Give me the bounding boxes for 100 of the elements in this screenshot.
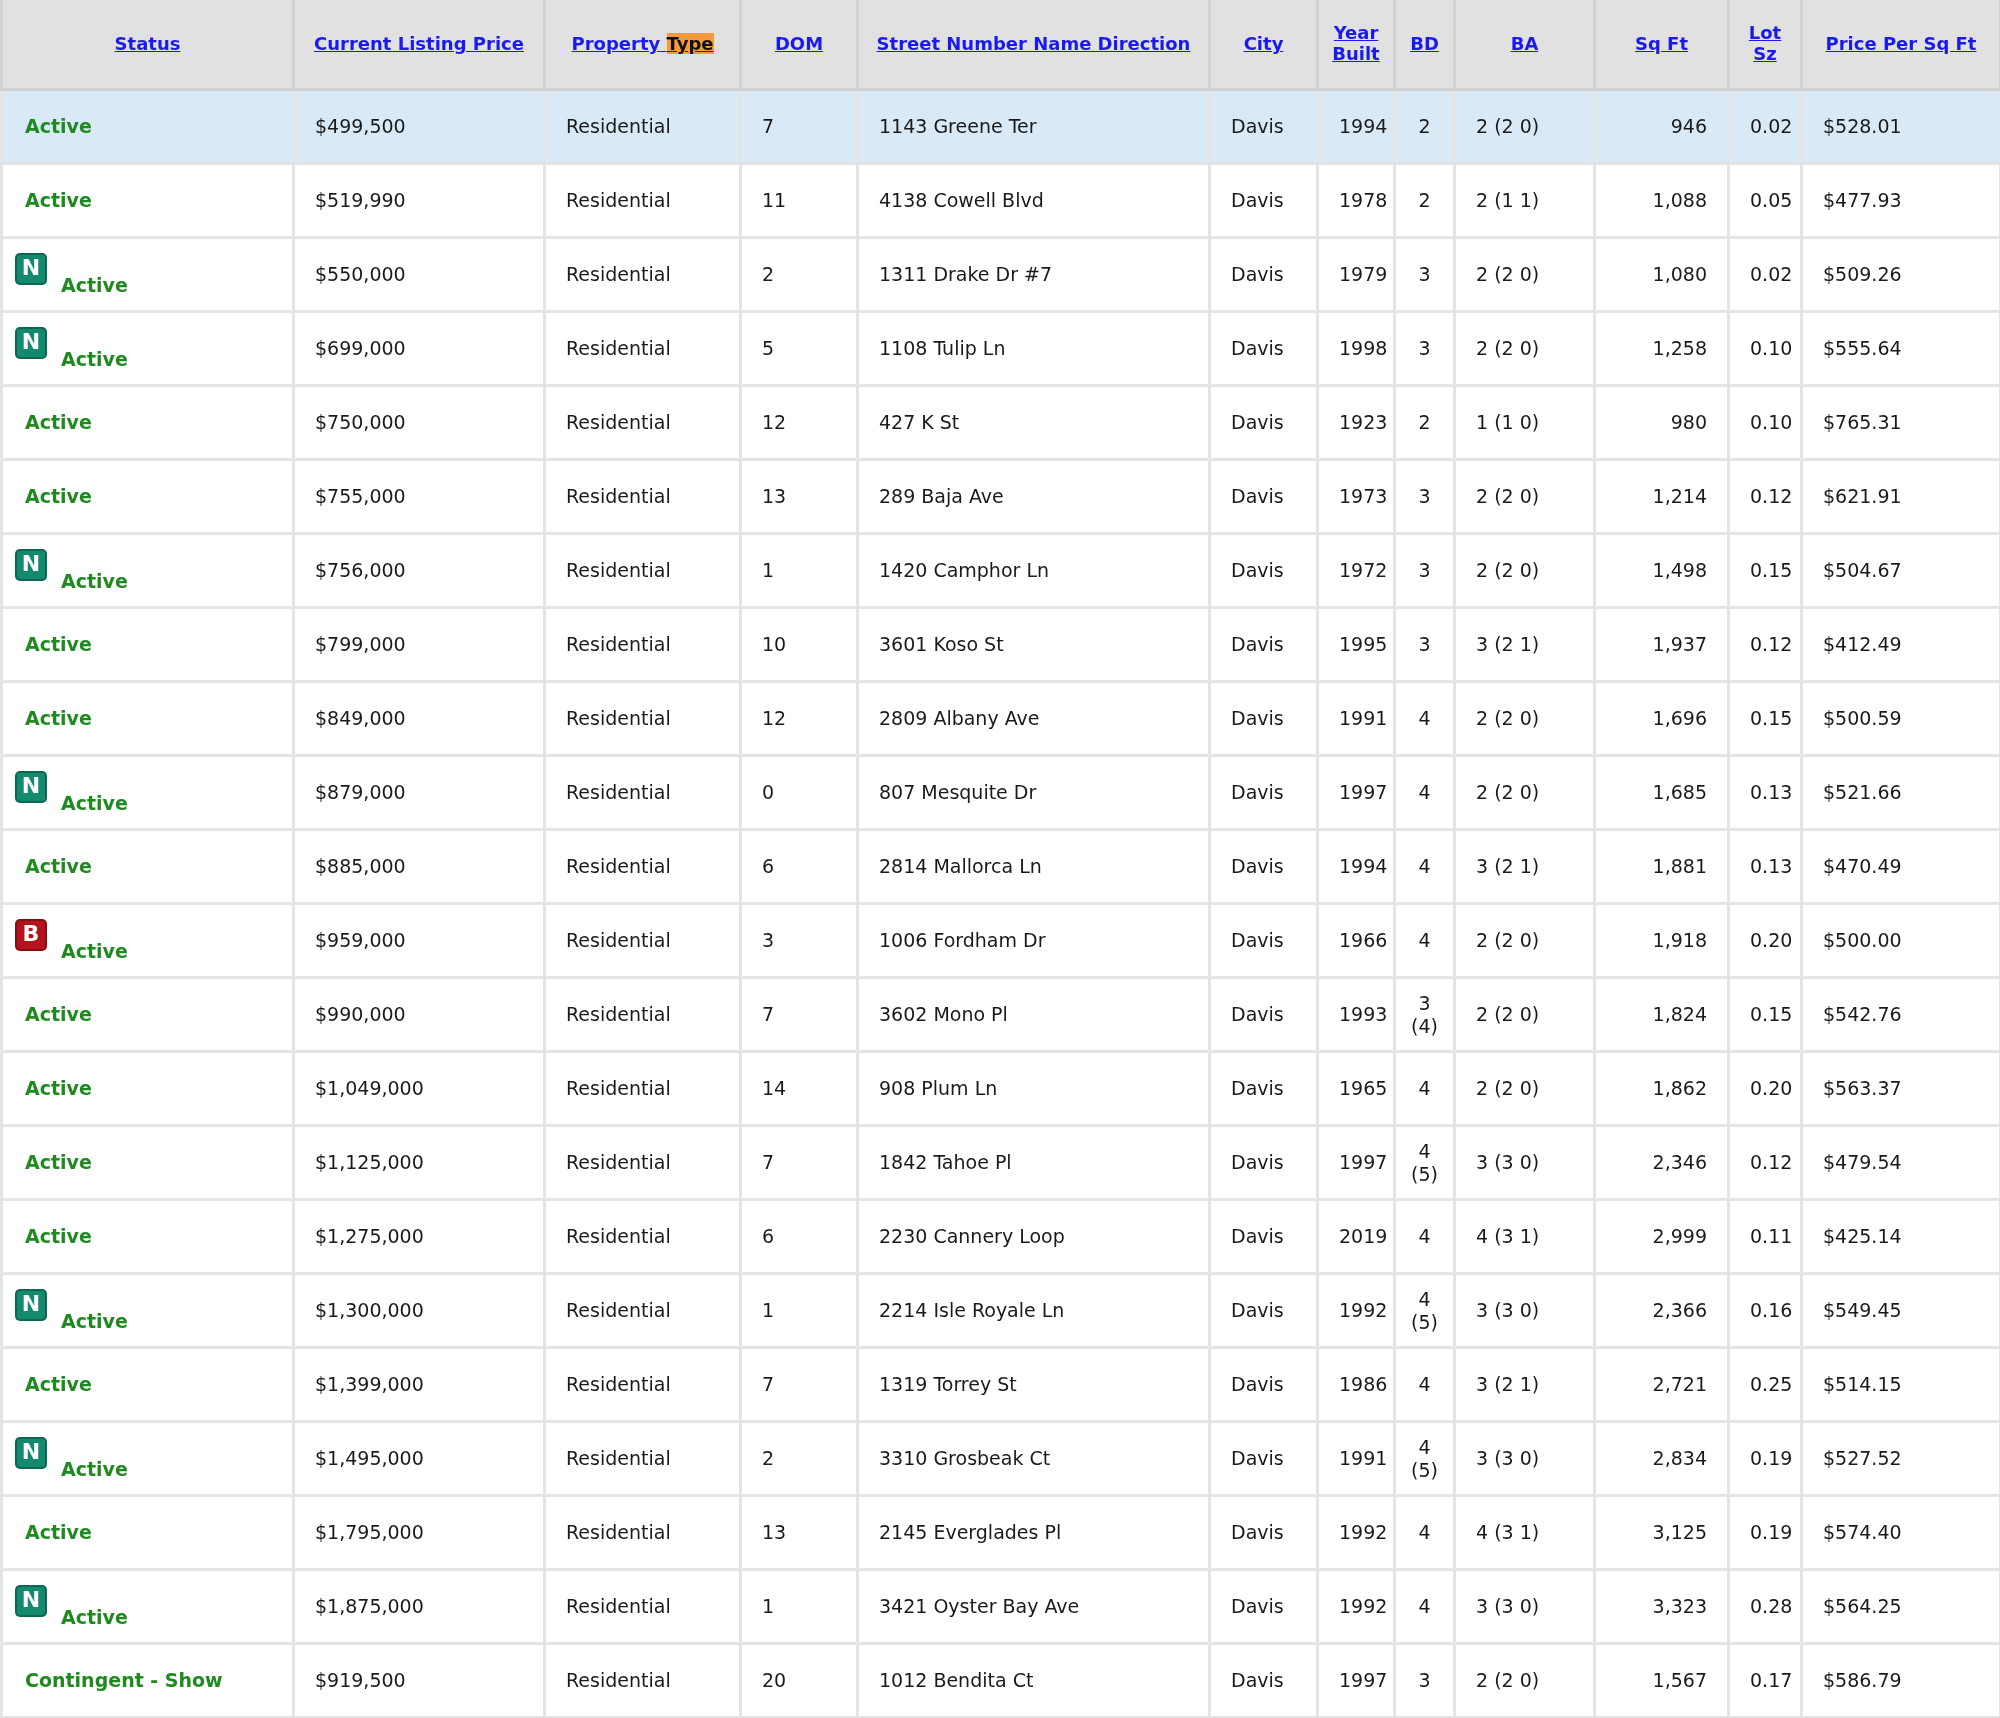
table-cell: Residential [566,189,671,212]
listing-row[interactable]: Active $990,000 Residential 7 3602 Mono Pl Davis 1993 3 (4) 2 (2 0) 1,824 0.15 $542.76 [1,977,2000,1052]
column-header-link[interactable]: Status [114,34,181,55]
table-cell: 0.19 [1750,1521,1793,1544]
table-cell: $699,000 [315,337,406,360]
status-text: Active [25,1077,92,1100]
column-header-link[interactable]: BA [1510,34,1539,55]
status-text: Active [61,347,128,371]
listing-row[interactable]: Active $499,500 Residential 7 1143 Greene Ter Davis 1994 2 2 (2 0) 946 0.02 $528.01 [1,89,2000,164]
listing-row[interactable]: Active $849,000 Residential 12 2809 Albany Ave Davis 1991 4 2 (2 0) 1,696 0.15 $500.59 [1,681,2000,756]
listing-row[interactable]: Active $1,125,000 Residential 7 1842 Tahoe Pl Davis 1997 4 (5) 3 (3 0) 2,346 0.12 $479.54 [1,1125,2000,1200]
table-cell: Davis [1231,929,1284,952]
listing-row[interactable]: N Active $1,300,000 Residential 1 2214 Isle Royale Ln Davis 1992 4 (5) 3 (3 0) 2,366 0.16 $549.45 [1,1273,2000,1348]
table-cell: Davis [1231,1077,1284,1100]
column-header-link[interactable]: Price Per Sq Ft [1825,34,1977,55]
status-badge: N [15,770,47,803]
table-cell: $586.79 [1823,1669,1902,1692]
table-cell: $849,000 [315,707,406,730]
listing-row[interactable]: Active $799,000 Residential 10 3601 Koso St Davis 1995 3 3 (2 1) 1,937 0.12 $412.49 [1,607,2000,682]
listing-row[interactable]: Contingent - Show $919,500 Residential 20 1012 Bendita Ct Davis 1997 3 2 (2 0) 1,567 0.17 $586.79 [1,1643,2000,1718]
column-header-link[interactable]: Current Listing Price [314,34,524,55]
table-cell: 0.02 [1750,115,1793,138]
column-header-link[interactable]: DOM [774,34,824,55]
table-cell: $528.01 [1823,115,1902,138]
table-cell: Residential [566,1447,671,1470]
table-cell: 1,937 [1652,633,1707,656]
table-cell: Davis [1231,1447,1284,1470]
table-cell: Residential [566,115,671,138]
status-badge: N [15,326,47,359]
table-cell: Residential [566,485,671,508]
table-cell: 289 Baja Ave [879,485,1004,508]
table-cell: 3 (3 0) [1476,1299,1540,1322]
column-header-link[interactable]: BD [1410,34,1439,55]
listing-row[interactable]: N Active $1,875,000 Residential 1 3421 Oyster Bay Ave Davis 1992 4 3 (3 0) 3,323 0.28 $564.25 [1,1569,2000,1644]
table-cell: $1,875,000 [315,1595,424,1618]
table-cell: 14 [762,1077,787,1100]
listing-row[interactable]: Active $1,275,000 Residential 6 2230 Cannery Loop Davis 2019 4 4 (3 1) 2,999 0.11 $425.14 [1,1199,2000,1274]
column-header-link[interactable]: City [1243,34,1284,55]
listing-row[interactable]: N Active $1,495,000 Residential 2 3310 Grosbeak Ct Davis 1991 4 (5) 3 (3 0) 2,834 0.19 $527.52 [1,1421,2000,1496]
listing-row[interactable]: Active $755,000 Residential 13 289 Baja Ave Davis 1973 3 2 (2 0) 1,214 0.12 $621.91 [1,459,2000,534]
table-cell: 4 [1418,1373,1431,1396]
table-cell: $1,049,000 [315,1077,424,1100]
table-cell: 0.15 [1750,707,1793,730]
table-cell: $885,000 [315,855,406,878]
listing-row[interactable]: Active $1,399,000 Residential 7 1319 Torrey St Davis 1986 4 3 (2 1) 2,721 0.25 $514.15 [1,1347,2000,1422]
table-cell: 1,258 [1652,337,1707,360]
table-cell: 0.12 [1750,1151,1793,1174]
table-cell: Davis [1231,1373,1284,1396]
listing-row[interactable]: Active $750,000 Residential 12 427 K St Davis 1923 2 1 (1 0) 980 0.10 $765.31 [1,385,2000,460]
listing-row[interactable]: Active $1,795,000 Residential 13 2145 Everglades Pl Davis 1992 4 4 (3 1) 3,125 0.19 $574.40 [1,1495,2000,1570]
table-cell: 4 [1418,1595,1431,1618]
table-cell: $755,000 [315,485,406,508]
table-cell: 6 [762,855,775,878]
listing-row[interactable]: Active $1,049,000 Residential 14 908 Plum Ln Davis 1965 4 2 (2 0) 1,862 0.20 $563.37 [1,1051,2000,1126]
table-cell: 3 [1418,633,1431,656]
table-cell: 0.15 [1750,559,1793,582]
table-cell: 2 (2 0) [1476,263,1540,286]
table-cell: $499,500 [315,115,406,138]
listing-row[interactable]: Active $885,000 Residential 6 2814 Mallorca Ln Davis 1994 4 3 (2 1) 1,881 0.13 $470.49 [1,829,2000,904]
table-cell: Residential [566,1299,671,1322]
listing-row[interactable]: N Active $879,000 Residential 0 807 Mesquite Dr Davis 1997 4 2 (2 0) 1,685 0.13 $521.66 [1,755,2000,830]
table-cell: Davis [1231,1151,1284,1174]
table-cell: 1 [762,1595,775,1618]
table-cell: 0.02 [1750,263,1793,286]
table-cell: Residential [566,1225,671,1248]
table-cell: 1,881 [1652,855,1707,878]
table-cell: Residential [566,1595,671,1618]
table-cell: Davis [1231,1299,1284,1322]
table-cell: 3 (3 0) [1476,1151,1540,1174]
table-cell: 1,918 [1652,929,1707,952]
table-cell: $542.76 [1823,1003,1902,1026]
table-cell: 2 [1418,189,1431,212]
table-cell: 0.12 [1750,633,1793,656]
table-cell: $555.64 [1823,337,1902,360]
table-cell: 3 (3 0) [1476,1595,1540,1618]
table-cell: Residential [566,633,671,656]
table-cell: Davis [1231,707,1284,730]
listing-row[interactable]: Active $519,990 Residential 11 4138 Cowell Blvd Davis 1978 2 2 (1 1) 1,088 0.05 $477.93 [1,163,2000,238]
table-cell: $1,795,000 [315,1521,424,1544]
table-cell: 4 [1418,855,1431,878]
table-cell: Davis [1231,189,1284,212]
table-cell: 3 (2 1) [1476,1373,1540,1396]
table-cell: 0.11 [1750,1225,1793,1248]
status-badge: N [15,252,47,285]
listing-row[interactable]: N Active $699,000 Residential 5 1108 Tulip Ln Davis 1998 3 2 (2 0) 1,258 0.10 $555.64 [1,311,2000,386]
table-cell: Residential [566,263,671,286]
table-cell: 1,824 [1652,1003,1707,1026]
table-cell: 1,685 [1652,781,1707,804]
table-cell: $564.25 [1823,1595,1902,1618]
table-cell: 1143 Greene Ter [879,115,1037,138]
table-cell: $1,495,000 [315,1447,424,1470]
listing-row[interactable]: N Active $756,000 Residential 1 1420 Camphor Ln Davis 1972 3 2 (2 0) 1,498 0.15 $504.67 [1,533,2000,608]
table-cell: 1 [762,1299,775,1322]
column-header-link[interactable]: Sq Ft [1635,34,1688,55]
table-cell: 1 (1 0) [1476,411,1540,434]
listing-row[interactable]: N Active $550,000 Residential 2 1311 Drake Dr #7 Davis 1979 3 2 (2 0) 1,080 0.02 $509.26 [1,237,2000,312]
table-cell: 0.16 [1750,1299,1793,1322]
listing-row[interactable]: B Active $959,000 Residential 3 1006 Fordham Dr Davis 1966 4 2 (2 0) 1,918 0.20 $500.00 [1,903,2000,978]
table-cell: Davis [1231,263,1284,286]
table-cell: 1965 [1339,1077,1388,1100]
